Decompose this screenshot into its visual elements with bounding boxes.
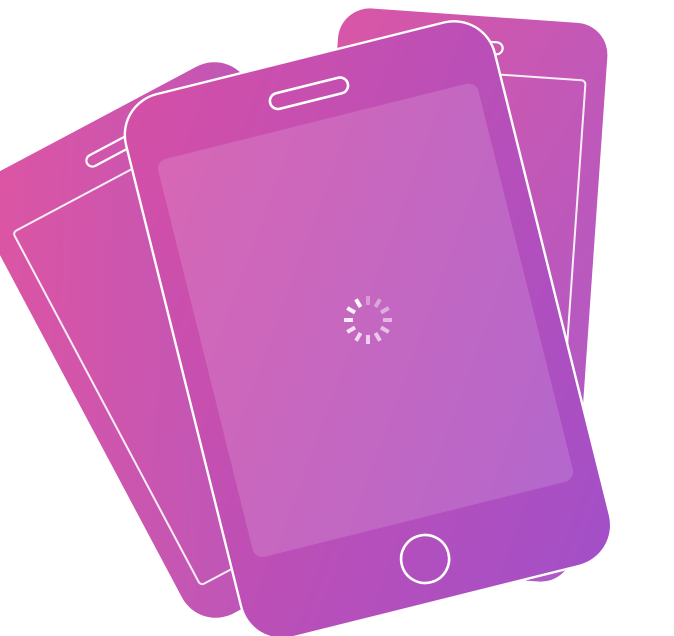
illustration-stage [0,0,674,636]
phones-illustration [0,8,613,636]
